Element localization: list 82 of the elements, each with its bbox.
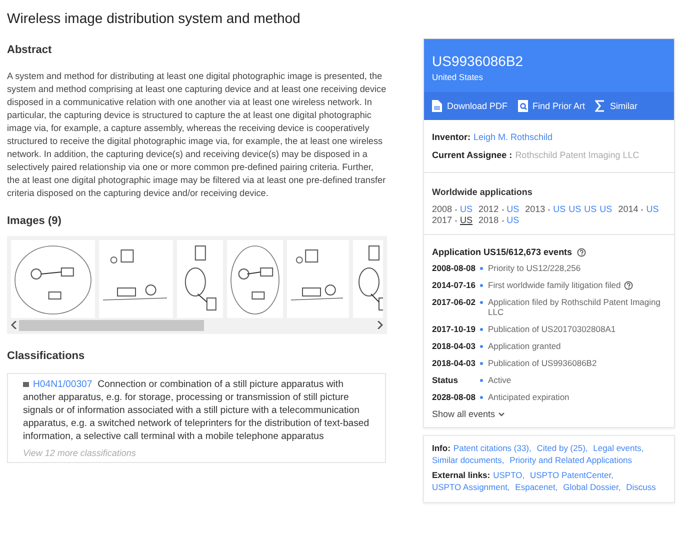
section-heading: Classifications bbox=[7, 350, 86, 362]
action-button[interactable]: Similar bbox=[595, 100, 638, 112]
info-link[interactable]: Cited by (25), bbox=[536, 443, 588, 453]
section-heading: Images (9) bbox=[7, 215, 62, 227]
event-date: 2008-08-08 bbox=[432, 263, 476, 273]
event-date: 2028-08-08 bbox=[432, 392, 476, 402]
event-text: Priority to US12/228,256 bbox=[488, 263, 581, 273]
external-link[interactable]: USPTO, bbox=[493, 470, 525, 480]
event-date: 2017-10-19 bbox=[432, 324, 476, 334]
application-link[interactable]: US bbox=[584, 204, 597, 215]
action-button[interactable]: Download PDF bbox=[432, 100, 508, 112]
search-document-icon bbox=[518, 100, 528, 112]
bullet-icon bbox=[480, 301, 483, 304]
application-link[interactable]: US bbox=[506, 204, 520, 215]
application-link[interactable]: US bbox=[460, 215, 473, 226]
bullet-icon bbox=[480, 284, 483, 287]
application-link[interactable]: US bbox=[600, 204, 612, 215]
bullet-icon bbox=[480, 345, 483, 348]
event-text: First worldwide family litigation filed bbox=[488, 280, 621, 290]
info-link[interactable]: Patent citations (33), bbox=[453, 443, 532, 453]
external-links-label: External links: bbox=[432, 470, 490, 480]
help-icon[interactable] bbox=[624, 280, 633, 290]
tag-icon bbox=[23, 382, 29, 387]
year-label: 2012 bbox=[478, 204, 499, 215]
application-link[interactable]: US bbox=[568, 204, 582, 215]
sigma-icon bbox=[595, 100, 606, 112]
section-heading: Abstract bbox=[7, 44, 53, 56]
external-link[interactable]: USPTO Assignment, bbox=[432, 482, 510, 492]
event-date: 2014-07-16 bbox=[432, 280, 476, 290]
event-date: Status bbox=[432, 375, 459, 385]
event-text: Publication of US20170302808A1 bbox=[488, 324, 616, 334]
classification-text: H04N1/00307 Connection or combination of a still picture apparatus with another apparatus, e.g. for storage, processing or transmission of still picture signals or of information associated with a still picture with a telecommunication apparatus, e.g. a switched network of teleprinters for the distribution of text-based information, a selective call terminal with a mobile telephone apparatus bbox=[23, 378, 370, 443]
info-link[interactable]: Legal events, bbox=[593, 443, 644, 453]
bullet-icon bbox=[480, 267, 483, 270]
event-text: Application granted bbox=[488, 341, 561, 351]
show-all-events-button[interactable]: Show all events bbox=[432, 409, 506, 419]
bullet-icon bbox=[480, 362, 483, 365]
assignee-name: Rothschild Patent Imaging LLC bbox=[515, 150, 640, 160]
assignee-label: Current Assignee : bbox=[432, 150, 512, 160]
application-link[interactable]: US bbox=[506, 215, 520, 226]
event-text: Anticipated expiration bbox=[488, 392, 570, 402]
abstract-text: A system and method for distributing at least one digital photographic image is presented, the system and method comprising at least one capturing device and at least one receiving device disposed in a communicative relation with one another via at least one wireless network. In particular, the capturing device is structured to capture the at least one digital photographic image via, for example, a capture assembly, whereas the receiving device is cooperatively structured to receive the digital photographic image via, for example, the at least one wireless network. In addition, the capturing device(s) and receiving device(s) may be disposed in a selectively paired relationship via one or more common pre-defined pairing criteria. Further, the at least one digital photographic image may be filtered via at least one pre-defined transfer criteria disposed on the capturing device and/or receiving device. bbox=[7, 70, 387, 200]
classification-link[interactable]: H04N1/00307 bbox=[33, 379, 92, 390]
patent-title: Wireless image distribution system and method bbox=[7, 10, 302, 26]
inventor-link[interactable]: Leigh M. Rothschild bbox=[474, 132, 553, 142]
event-text: Publication of US9936086B2 bbox=[488, 358, 597, 368]
external-link[interactable]: Discuss bbox=[626, 482, 656, 492]
application-link[interactable]: US bbox=[460, 204, 473, 215]
bullet-icon bbox=[480, 379, 483, 382]
scroll-right-icon[interactable] bbox=[377, 321, 383, 329]
info-link[interactable]: Similar documents, bbox=[432, 455, 504, 465]
event-date: 2018-04-03 bbox=[432, 358, 476, 368]
scrollbar-thumb[interactable] bbox=[19, 320, 204, 330]
help-icon[interactable] bbox=[577, 248, 586, 256]
patent-number: US9936086B2 bbox=[432, 53, 524, 69]
application-link[interactable]: US bbox=[553, 204, 566, 215]
inventor-label: Inventor: bbox=[432, 132, 471, 142]
scroll-left-icon[interactable] bbox=[11, 321, 17, 329]
action-button[interactable]: Find Prior Art bbox=[518, 100, 586, 112]
year-label: 2008 bbox=[432, 204, 452, 215]
year-label: 2014 bbox=[618, 204, 638, 215]
events-heading: Application US15/612,673 events bbox=[432, 247, 572, 257]
year-label: 2013 bbox=[525, 204, 546, 215]
worldwide-heading: Worldwide applications bbox=[432, 187, 532, 197]
external-link[interactable]: Espacenet, bbox=[515, 482, 558, 492]
event-text: Active bbox=[488, 375, 512, 385]
application-link[interactable]: US bbox=[646, 204, 659, 215]
bullet-icon bbox=[480, 328, 483, 331]
year-label: 2018 bbox=[478, 215, 499, 226]
patent-country: United States bbox=[432, 72, 484, 82]
more-classifications-link[interactable]: View 12 more classifications bbox=[23, 448, 377, 458]
external-link[interactable]: USPTO PatentCenter, bbox=[530, 470, 614, 480]
info-link[interactable]: Priority and Related Applications bbox=[510, 455, 632, 465]
event-date: 2018-04-03 bbox=[432, 341, 476, 351]
external-link[interactable]: Global Dossier, bbox=[563, 482, 621, 492]
document-icon bbox=[432, 100, 442, 112]
bullet-icon bbox=[480, 396, 483, 399]
info-label: Info: bbox=[432, 443, 450, 453]
event-text: Application filed by Rothschild Patent Imaging LLC bbox=[488, 297, 662, 317]
year-label: 2017 bbox=[432, 215, 452, 226]
chevron-down-icon bbox=[498, 412, 506, 416]
event-date: 2017-06-02 bbox=[432, 297, 476, 309]
